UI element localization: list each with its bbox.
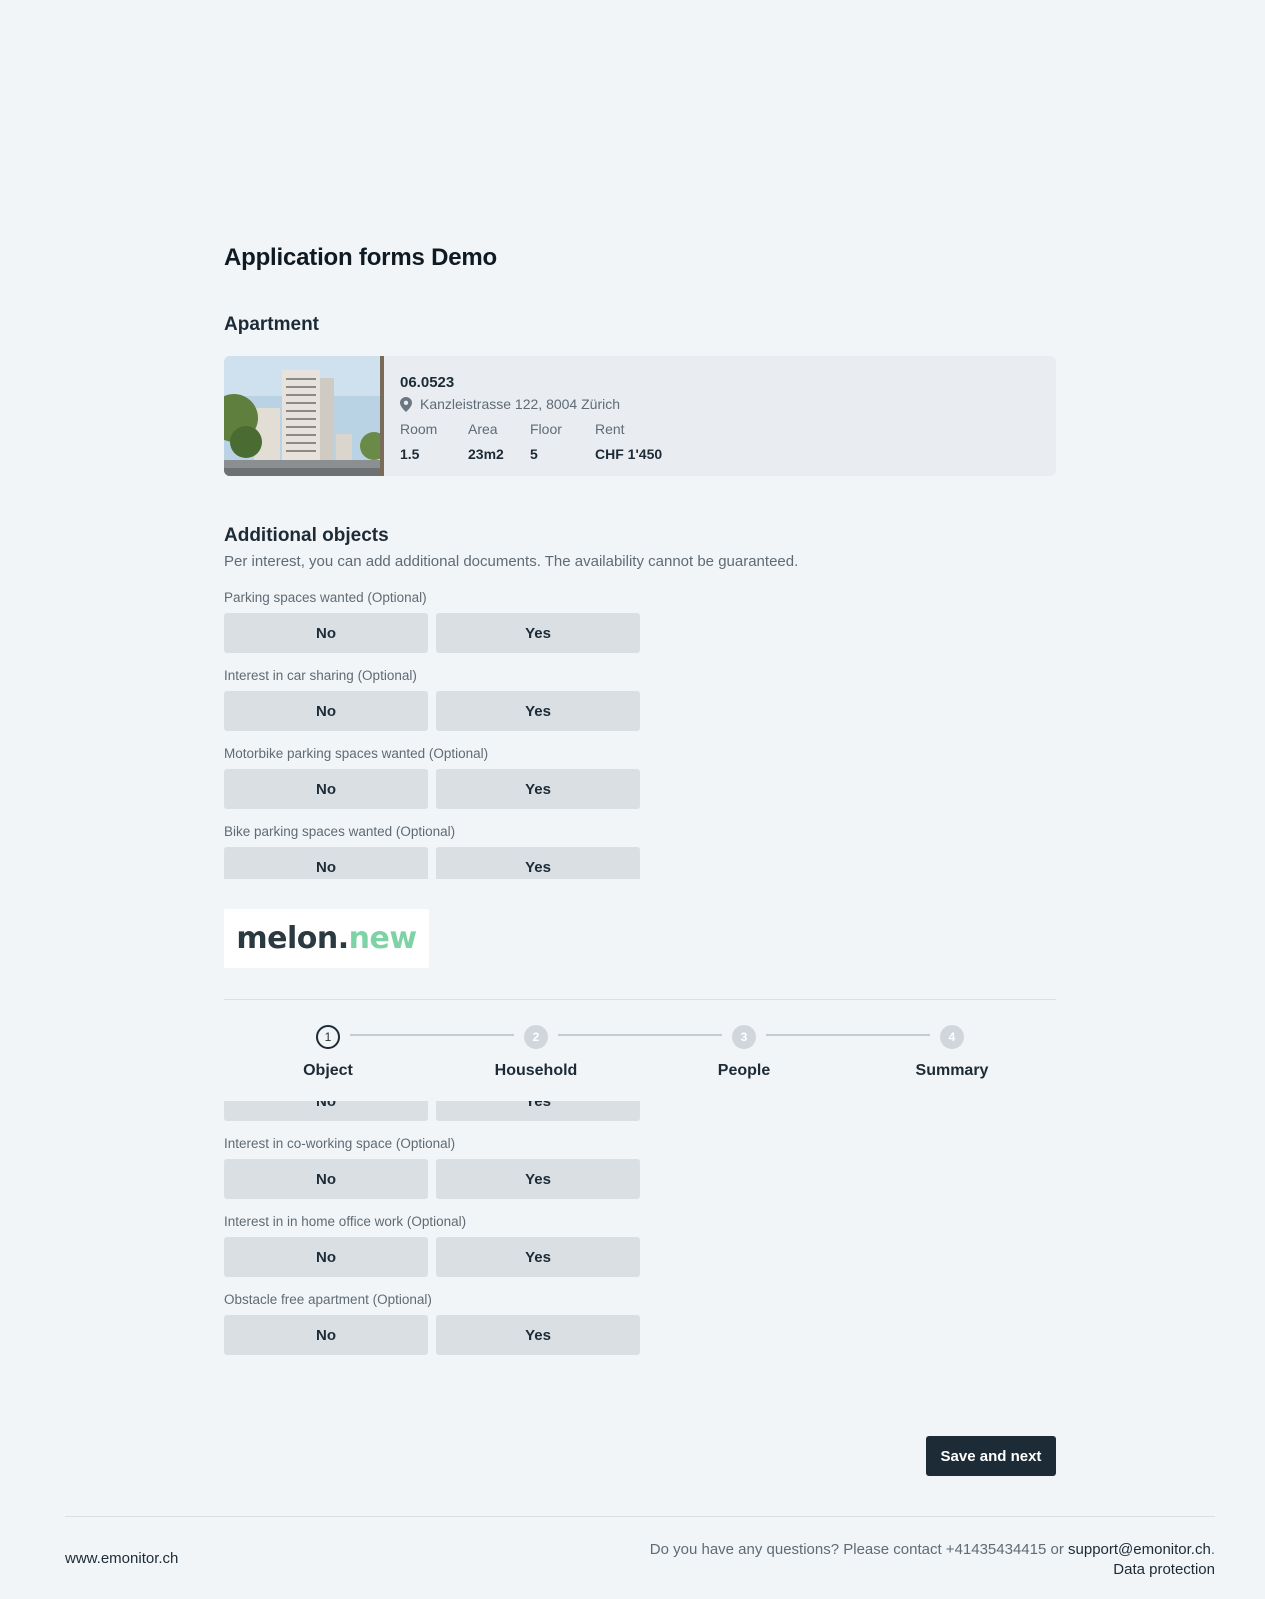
step-2-label[interactable]: Household: [476, 1062, 596, 1080]
clipped-region-bottom: No Yes: [0, 1101, 1265, 1121]
no-button-coworking[interactable]: No: [224, 1159, 428, 1199]
apartment-photo: [224, 356, 384, 476]
footer-divider: [65, 1516, 1215, 1517]
question-label-parking: Parking spaces wanted (Optional): [224, 590, 427, 605]
step-2-circle[interactable]: 2: [524, 1025, 548, 1049]
rent-label: Rent: [595, 421, 625, 437]
choice-group-home-office: No Yes: [224, 1237, 640, 1277]
floor-label: Floor: [530, 421, 562, 437]
step-4-label[interactable]: Summary: [892, 1062, 1012, 1080]
step-connector-2: [558, 1034, 722, 1036]
question-label-home-office: Interest in in home office work (Optiona…: [224, 1214, 467, 1229]
apartment-card[interactable]: 06.0523 Kanzleistrasse 122, 8004 Zürich …: [224, 356, 1056, 476]
question-label-motorbike: Motorbike parking spaces wanted (Optiona…: [224, 746, 489, 761]
address-text: Kanzleistrasse 122, 8004 Zürich: [420, 396, 620, 412]
location-pin-icon: [400, 396, 412, 412]
rent-value: CHF 1'450: [595, 446, 663, 462]
choice-group-motorbike: No Yes: [224, 769, 640, 809]
contact-text: Do you have any questions? Please contac…: [649, 1541, 1069, 1558]
data-protection-link[interactable]: Data protection: [1113, 1561, 1215, 1578]
save-and-next-button[interactable]: Save and next: [926, 1436, 1056, 1476]
step-3-circle[interactable]: 3: [732, 1025, 756, 1049]
question-label-coworking: Interest in co-working space (Optional): [224, 1136, 456, 1151]
choice-group-parking: No Yes: [224, 613, 640, 653]
area-value: 23m2: [468, 446, 504, 462]
clipped-region-top: No Yes: [0, 847, 1265, 879]
question-label-car-sharing: Interest in car sharing (Optional): [224, 668, 417, 683]
support-email-link[interactable]: support@emonitor.ch: [1068, 1541, 1211, 1558]
step-1-circle[interactable]: 1: [316, 1025, 340, 1049]
no-button-bike[interactable]: No: [224, 847, 428, 879]
yes-button-coworking[interactable]: Yes: [436, 1159, 640, 1199]
yes-button-obstacle-free[interactable]: Yes: [436, 1315, 640, 1355]
page-title: Application forms Demo: [224, 244, 497, 271]
footer-website[interactable]: www.emonitor.ch: [65, 1550, 178, 1567]
no-button-hidden[interactable]: No: [224, 1101, 428, 1121]
step-4-circle[interactable]: 4: [940, 1025, 964, 1049]
yes-button-parking[interactable]: Yes: [436, 613, 640, 653]
step-connector-3: [766, 1034, 930, 1036]
yes-button-car-sharing[interactable]: Yes: [436, 691, 640, 731]
footer-contact: Do you have any questions? Please contac…: [650, 1540, 1215, 1580]
no-button-car-sharing[interactable]: No: [224, 691, 428, 731]
question-label-obstacle-free: Obstacle free apartment (Optional): [224, 1292, 432, 1307]
step-connector-1: [350, 1034, 514, 1036]
apartment-id: 06.0523: [400, 374, 455, 391]
no-button-motorbike[interactable]: No: [224, 769, 428, 809]
melon-new-logo: melon.new: [224, 909, 429, 968]
logo-text: melon.new: [236, 921, 417, 956]
no-button-obstacle-free[interactable]: No: [224, 1315, 428, 1355]
contact-period: .: [1210, 1541, 1215, 1558]
choice-group-hidden: No Yes: [224, 1101, 640, 1121]
additional-objects-title: Additional objects: [224, 525, 389, 546]
choice-group-coworking: No Yes: [224, 1159, 640, 1199]
apartment-address: Kanzleistrasse 122, 8004 Zürich: [400, 396, 620, 412]
room-label: Room: [400, 421, 438, 437]
floor-value: 5: [530, 446, 538, 462]
yes-button-motorbike[interactable]: Yes: [436, 769, 640, 809]
choice-group-bike: No Yes: [224, 847, 640, 879]
step-1-label[interactable]: Object: [268, 1062, 388, 1080]
apartment-section-title: Apartment: [224, 314, 320, 335]
stepper-divider: [224, 999, 1056, 1000]
yes-button-hidden[interactable]: Yes: [436, 1101, 640, 1121]
yes-button-home-office[interactable]: Yes: [436, 1237, 640, 1277]
choice-group-car-sharing: No Yes: [224, 691, 640, 731]
no-button-home-office[interactable]: No: [224, 1237, 428, 1277]
additional-objects-description: Per interest, you can add additional doc…: [224, 553, 799, 570]
yes-button-bike[interactable]: Yes: [436, 847, 640, 879]
question-label-bike: Bike parking spaces wanted (Optional): [224, 824, 456, 839]
no-button-parking[interactable]: No: [224, 613, 428, 653]
step-3-label[interactable]: People: [684, 1062, 804, 1080]
area-label: Area: [468, 421, 498, 437]
room-value: 1.5: [400, 446, 420, 462]
choice-group-obstacle-free: No Yes: [224, 1315, 640, 1355]
